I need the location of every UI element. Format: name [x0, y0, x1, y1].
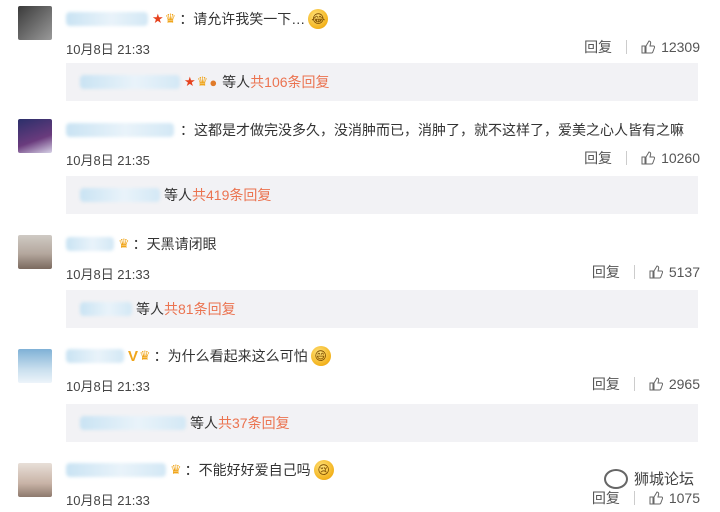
replier-names-blurred	[80, 188, 160, 202]
replier-names-blurred	[80, 302, 132, 316]
watermark-text: 狮城论坛	[633, 471, 694, 488]
others-label: 等人	[190, 415, 218, 431]
timestamp: 10月8日 21:33	[66, 493, 150, 508]
username-blurred[interactable]	[66, 123, 174, 137]
wechat-icon	[603, 468, 628, 489]
timestamp: 10月8日 21:33	[66, 42, 150, 57]
thumbs-up-icon[interactable]	[649, 265, 663, 279]
sad-emoji-icon: 😢	[313, 460, 334, 480]
comment-feed: ★ ♛ ：请允许我笑一下… 😂 10月8日 21:33 回复 12309 ★ ♛…	[0, 0, 720, 512]
grinning-emoji-icon: 😄	[310, 346, 331, 366]
thumbs-up-icon[interactable]	[641, 40, 656, 54]
avatar[interactable]	[18, 119, 52, 153]
thumbs-up-icon[interactable]	[641, 151, 656, 165]
comment-text: ：请允许我笑一下…	[179, 11, 306, 27]
thumbs-up-icon[interactable]	[649, 491, 663, 505]
username-blurred[interactable]	[66, 237, 114, 251]
divider	[633, 377, 635, 391]
others-label: 等人	[222, 74, 251, 90]
avatar[interactable]	[18, 463, 52, 497]
username-blurred[interactable]	[66, 463, 166, 477]
balloon-badge-icon: ●	[209, 74, 218, 90]
like-count: 1075	[668, 490, 700, 506]
crown-badge-icon: ♛	[170, 462, 182, 477]
replier-names-blurred	[80, 75, 180, 89]
others-label: 等人	[136, 301, 164, 317]
crown-badge-icon: ♛	[164, 11, 177, 26]
crown-badge-icon: ♛	[118, 236, 130, 251]
reply-count-link[interactable]: 共81条回复	[164, 299, 236, 319]
reply-button[interactable]: 回复	[584, 148, 612, 168]
star-badge-icon: ★	[184, 74, 196, 89]
username-blurred[interactable]	[66, 12, 148, 26]
replies-summary[interactable]: 等人 共37条回复	[66, 404, 698, 442]
divider	[633, 265, 635, 279]
comment-text: ：不能好好爱自己吗	[184, 462, 311, 478]
reply-count-link[interactable]: 共106条回复	[250, 72, 329, 92]
timestamp: 10月8日 21:33	[66, 379, 150, 394]
replies-summary[interactable]: 等人 共419条回复	[66, 176, 698, 214]
like-count: 2965	[668, 376, 700, 392]
thumbs-up-icon[interactable]	[649, 377, 663, 391]
like-count: 10260	[661, 150, 700, 166]
crown-badge-icon: ♛	[196, 74, 209, 89]
replier-names-blurred	[80, 416, 186, 430]
reply-button[interactable]: 回复	[584, 37, 612, 57]
reply-button[interactable]: 回复	[592, 374, 620, 394]
laughing-crying-emoji-icon: 😂	[308, 9, 329, 29]
reply-button[interactable]: 回复	[592, 488, 620, 508]
username-blurred[interactable]	[66, 349, 124, 363]
star-badge-icon: ★	[152, 11, 164, 26]
comment-text: ：这都是才做完没多久，没消肿而已，消肿了，就不这样了，爱美之心人皆有之嘛	[180, 122, 684, 138]
avatar[interactable]	[18, 235, 52, 269]
replies-summary[interactable]: ★ ♛ ● 等人 共106条回复	[66, 63, 698, 101]
like-count: 12309	[661, 39, 700, 55]
comment-text: ：为什么看起来这么可怕	[153, 348, 308, 364]
verified-v-badge-icon: V	[128, 347, 139, 365]
like-count: 5137	[668, 264, 700, 280]
watermark: 狮城论坛	[603, 468, 694, 489]
reply-count-link[interactable]: 共37条回复	[218, 413, 290, 433]
timestamp: 10月8日 21:35	[66, 153, 150, 168]
reply-button[interactable]: 回复	[592, 262, 620, 282]
comment-text: ：天黑请闭眼	[132, 236, 217, 252]
divider	[626, 151, 628, 165]
replies-summary[interactable]: 等人 共81条回复	[66, 290, 698, 328]
avatar[interactable]	[18, 6, 52, 40]
avatar[interactable]	[18, 349, 52, 383]
crown-badge-icon: ♛	[139, 348, 151, 363]
others-label: 等人	[164, 187, 192, 203]
divider	[633, 491, 635, 505]
timestamp: 10月8日 21:33	[66, 267, 150, 282]
divider	[626, 40, 628, 54]
reply-count-link[interactable]: 共419条回复	[192, 185, 271, 205]
